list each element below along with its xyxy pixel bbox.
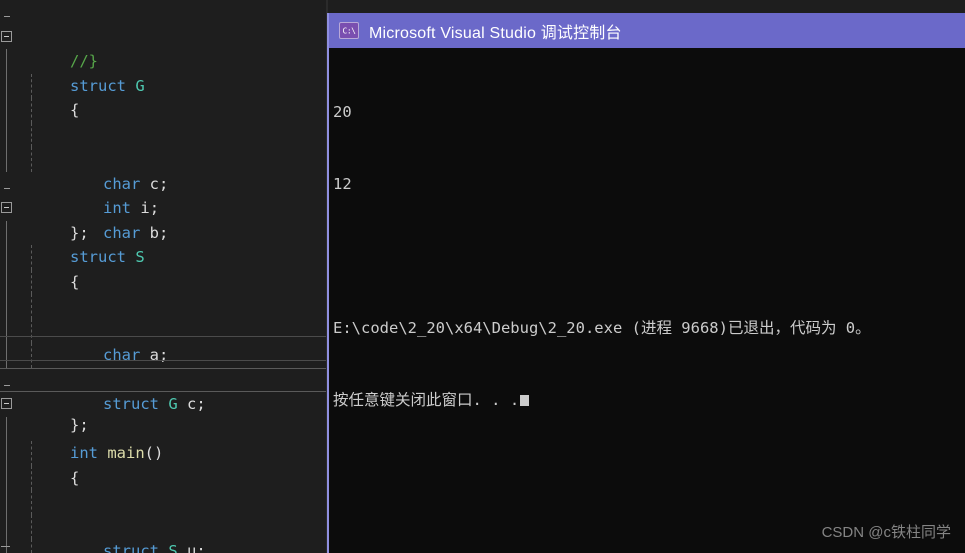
- fold-end-glyph[interactable]: [4, 384, 10, 386]
- indent-guide: [31, 147, 32, 172]
- code-line[interactable]: [0, 343, 330, 368]
- code-line[interactable]: int i;: [0, 294, 330, 389]
- code-line[interactable]: {: [0, 49, 330, 119]
- indent-guide: [31, 465, 32, 490]
- console-titlebar[interactable]: C:\ Microsoft Visual Studio 调试控制台: [329, 13, 965, 48]
- indent-guide: [31, 514, 32, 539]
- watermark-text: CSDN @c铁柱同学: [821, 524, 951, 541]
- console-output-line: E:\code\2_20\x64\Debug\2_20.exe (进程 9668…: [333, 319, 871, 337]
- console-app-icon: C:\: [339, 22, 359, 39]
- indent-guide: [31, 343, 32, 368]
- fold-region-bar: [6, 441, 7, 466]
- indent-guide: [31, 73, 32, 98]
- code-line[interactable]: int i;: [0, 122, 330, 217]
- code-line[interactable]: struct G g;: [0, 490, 330, 515]
- fold-region-bar: [6, 269, 7, 294]
- code-line[interactable]: {: [0, 220, 330, 291]
- code-line[interactable]: char c;: [0, 98, 330, 193]
- fold-region-bar: [6, 416, 7, 441]
- console-icon-label: C:\: [342, 26, 356, 35]
- current-line-top-rule: [0, 336, 330, 337]
- fold-end-glyph[interactable]: [4, 16, 10, 17]
- fold-region-bar: [6, 294, 7, 319]
- console-window-title: Microsoft Visual Studio 调试控制台: [369, 24, 622, 42]
- fold-toggle-icon[interactable]: [1, 30, 12, 42]
- debug-console-window[interactable]: C:\ Microsoft Visual Studio 调试控制台 20 12 …: [327, 13, 965, 553]
- code-line[interactable]: [0, 245, 330, 270]
- code-line[interactable]: struct S u;: [0, 465, 330, 553]
- code-line-current[interactable]: };: [0, 367, 330, 434]
- fold-region-bar: [6, 49, 7, 74]
- code-line[interactable]: [0, 441, 330, 466]
- code-line[interactable]: //}: [0, 0, 330, 70]
- code-line[interactable]: {: [0, 416, 330, 487]
- fold-region-bar: [6, 122, 7, 147]
- fold-region-bar: [6, 514, 7, 539]
- console-cursor-block: [520, 395, 530, 406]
- code-line[interactable]: struct G: [0, 25, 330, 95]
- code-line[interactable]: char b;: [0, 147, 330, 242]
- console-output-line: 20: [333, 103, 352, 121]
- indent-guide: [31, 441, 32, 466]
- fold-end-glyph-bottom: [1, 546, 10, 547]
- code-line[interactable]: struct G c;: [0, 318, 330, 413]
- fold-region-bar: [6, 73, 7, 98]
- code-line[interactable]: printf("%d\n", sizeof(g));: [0, 539, 330, 553]
- console-output-line-wrapper: 按任意键关闭此窗口. . .: [333, 388, 965, 412]
- fold-region-bar: [6, 147, 7, 172]
- code-line[interactable]: [0, 73, 330, 98]
- current-line-bottom-rule: [0, 360, 330, 361]
- console-output-line: 按任意键关闭此窗口. . .: [333, 391, 520, 409]
- fold-toggle-icon[interactable]: [1, 398, 12, 409]
- code-line[interactable]: struct S: [0, 196, 330, 266]
- fold-region-bar: [6, 220, 7, 245]
- console-output-blank-line: [333, 244, 965, 268]
- indent-guide: [31, 294, 32, 319]
- console-output-line: 12: [333, 175, 352, 193]
- fold-region-bar: [6, 318, 7, 343]
- console-output-area[interactable]: 20 12 E:\code\2_20\x64\Debug\2_20.exe (进…: [329, 48, 965, 460]
- code-line[interactable]: };: [0, 172, 330, 242]
- indent-guide: [31, 98, 32, 123]
- fold-region-bar: [6, 465, 7, 490]
- fold-end-glyph[interactable]: [4, 187, 10, 189]
- code-line[interactable]: printf("%d\n", sizeof(u));: [0, 514, 330, 539]
- indent-guide: [31, 490, 32, 515]
- indent-guide: [31, 539, 32, 553]
- indent-guide: [31, 122, 32, 147]
- fold-region-bar: [6, 98, 7, 123]
- screenshot-root: //} struct G { char c; int i; char b;};…: [0, 0, 965, 553]
- fold-toggle-icon[interactable]: [1, 202, 12, 213]
- code-editor-pane[interactable]: //} struct G { char c; int i; char b;};…: [0, 0, 330, 553]
- code-line[interactable]: int main(): [0, 392, 330, 462]
- indent-guide: [31, 245, 32, 270]
- indent-guide: [31, 269, 32, 294]
- code-line[interactable]: char a;: [0, 269, 330, 364]
- indent-guide: [31, 318, 32, 343]
- fold-region-bar: [6, 245, 7, 270]
- fold-region-bar: [6, 343, 7, 368]
- fold-region-bar: [6, 490, 7, 515]
